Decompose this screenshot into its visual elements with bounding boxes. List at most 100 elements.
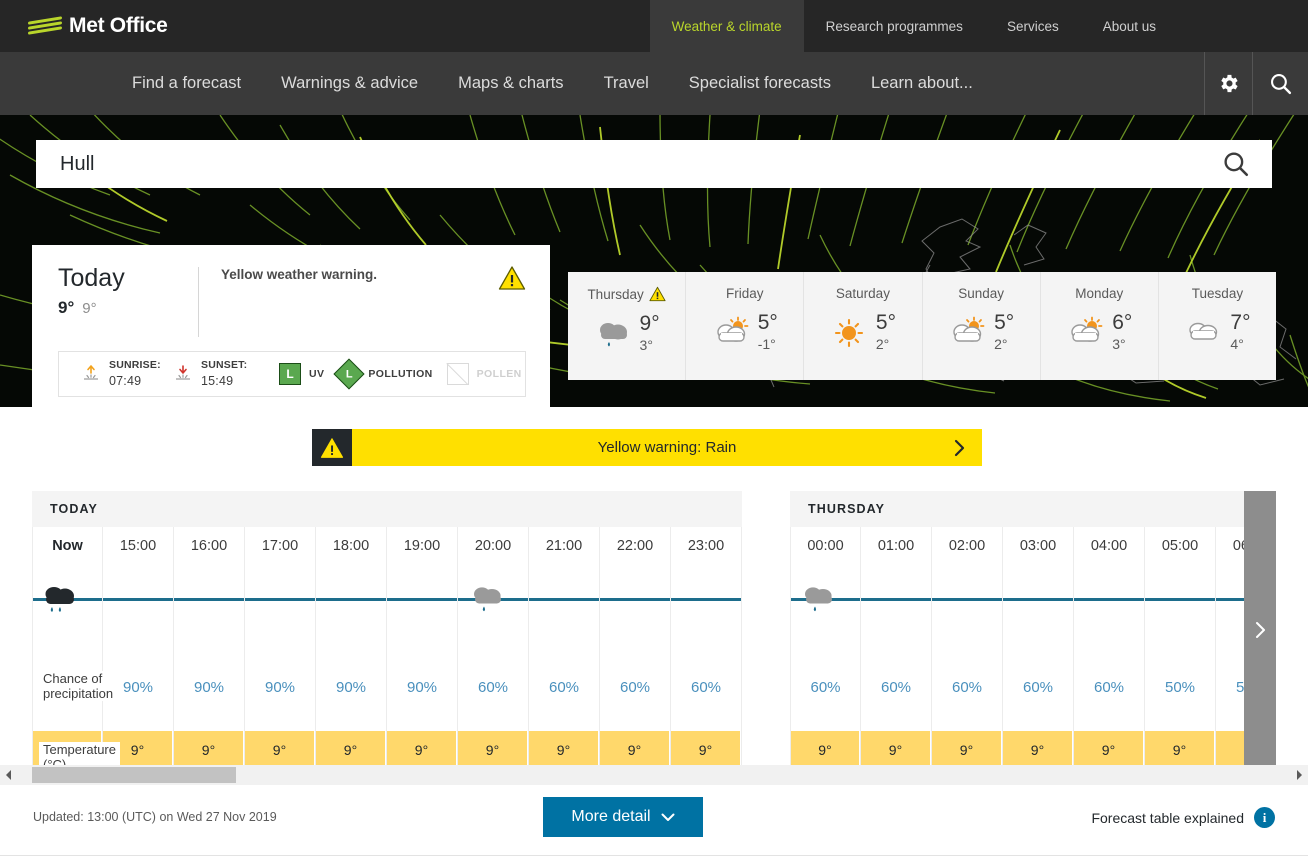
sun-icon [830, 315, 870, 349]
page-horizontal-scrollbar[interactable] [0, 765, 1308, 785]
hour-column[interactable]: 05:00 50% 9° [1145, 527, 1216, 769]
top-utility-bar: Met Office Weather & climate Research pr… [0, 0, 1308, 52]
hour-time: 19:00 [387, 527, 457, 565]
hour-temperature: 9° [1003, 731, 1073, 769]
search-icon [1221, 149, 1251, 179]
today-card-left: Today 9°9° [58, 265, 198, 341]
search-toggle-button[interactable] [1252, 52, 1308, 115]
hour-precipitation: 90% [316, 643, 386, 731]
global-nav-services[interactable]: Services [985, 0, 1081, 52]
global-nav-research-programmes[interactable]: Research programmes [804, 0, 985, 52]
hour-time: 18:00 [316, 527, 386, 565]
day-tile-saturday-low: 2° [876, 337, 896, 352]
hour-column[interactable]: 01:00 60% 9° [861, 527, 932, 769]
day-tile-sunday-label: Sunday [958, 286, 1004, 301]
warning-banner-body[interactable]: Yellow warning: Rain [352, 429, 982, 466]
scrollbar-track[interactable] [18, 765, 1290, 785]
today-summary-card: Today 9°9° Yellow weather warning. [32, 245, 550, 407]
main-nav-learn-about[interactable]: Learn about... [851, 52, 993, 115]
main-nav-maps-charts[interactable]: Maps & charts [438, 52, 583, 115]
uv-item[interactable]: L UV [279, 363, 324, 385]
temperature-trend-line [932, 598, 1002, 601]
hour-icon-cell [458, 565, 528, 643]
hour-temperature: 9° [932, 731, 1002, 769]
today-astronomy-strip: SUNRISE: 07:49 SUNSET: 15:49 L UV [58, 351, 526, 397]
temperature-trend-line [174, 598, 244, 601]
hour-column[interactable]: 04:00 60% 9° [1074, 527, 1145, 769]
more-detail-button[interactable]: More detail [543, 797, 703, 837]
chevron-right-icon [954, 439, 966, 457]
day-tile-saturday-label: Saturday [836, 286, 890, 301]
hour-column[interactable]: 17:00 90% 9° [245, 527, 316, 769]
scrollbar-thumb[interactable] [32, 767, 236, 783]
hour-column[interactable]: 23:00 60% 9° [671, 527, 742, 769]
hourly-forecast-table: TODAY Now [32, 491, 1276, 769]
cloud-icon [1184, 315, 1224, 349]
today-title: Today [58, 265, 198, 291]
global-nav-weather-climate[interactable]: Weather & climate [650, 0, 804, 52]
day-tile-sunday-high: 5° [994, 312, 1014, 334]
today-warning-text: Yellow weather warning. [221, 265, 377, 282]
day-tile-saturday[interactable]: Saturday 5° 2° [804, 272, 922, 380]
temperature-trend-line [316, 598, 386, 601]
sun-behind-cloud-icon [1066, 315, 1106, 349]
scroll-right-button[interactable] [1290, 769, 1308, 781]
day-tile-thursday-label: Thursday [587, 287, 643, 302]
gear-icon [1217, 72, 1240, 95]
global-nav-about-us[interactable]: About us [1081, 0, 1178, 52]
day-tile-friday[interactable]: Friday 5° -1° [686, 272, 804, 380]
hour-time: 00:00 [791, 527, 860, 565]
pollution-item[interactable]: L POLLUTION [338, 363, 432, 385]
day-tile-monday[interactable]: Monday 6° 3° [1041, 272, 1159, 380]
main-nav-travel[interactable]: Travel [584, 52, 669, 115]
day-tile-tuesday[interactable]: Tuesday 7° 4° [1159, 272, 1276, 380]
day-tile-sunday[interactable]: Sunday 5° 2° [923, 272, 1041, 380]
met-office-logo[interactable]: Met Office [0, 0, 168, 52]
location-search-bar[interactable] [36, 140, 1272, 188]
global-nav: Weather & climate Research programmes Se… [650, 0, 1178, 52]
main-nav-warnings-advice[interactable]: Warnings & advice [261, 52, 438, 115]
hour-column[interactable]: 22:00 60% 9° [600, 527, 671, 769]
hour-icon-cell [1145, 565, 1215, 643]
search-submit-button[interactable] [1218, 146, 1254, 182]
main-nav-find-a-forecast[interactable]: Find a forecast [112, 52, 261, 115]
scroll-left-button[interactable] [0, 769, 18, 781]
search-input[interactable] [60, 153, 1218, 176]
today-temp-high: 9° [58, 298, 74, 317]
today-card-divider [198, 267, 199, 337]
met-office-logo-text: Met Office [69, 14, 168, 38]
hour-icon-cell [387, 565, 457, 643]
hour-column[interactable]: Now 90% 9° [32, 527, 103, 769]
hour-column[interactable]: 00:00 60% 9° [790, 527, 861, 769]
hour-time: 01:00 [861, 527, 931, 565]
uv-label: UV [309, 368, 324, 380]
temperature-trend-line [1145, 598, 1215, 601]
hour-column[interactable]: 15:00 90% 9° [103, 527, 174, 769]
hour-icon-cell [1003, 565, 1073, 643]
hour-column[interactable]: 16:00 90% 9° [174, 527, 245, 769]
yellow-warning-banner[interactable]: Yellow warning: Rain [312, 429, 982, 466]
settings-button[interactable] [1204, 52, 1252, 115]
hour-icon-cell [671, 565, 741, 643]
sunset-label: SUNSET: [201, 358, 247, 372]
main-nav-specialist-forecasts[interactable]: Specialist forecasts [669, 52, 851, 115]
hour-column[interactable]: 19:00 90% 9° [387, 527, 458, 769]
hour-precipitation: 50% [1145, 643, 1215, 731]
hour-time: 02:00 [932, 527, 1002, 565]
hour-column[interactable]: 03:00 60% 9° [1003, 527, 1074, 769]
hour-icon-cell [174, 565, 244, 643]
day-tile-monday-high: 6° [1112, 312, 1132, 334]
hour-column[interactable]: 21:00 60% 9° [529, 527, 600, 769]
forecast-table-explained-link[interactable]: Forecast table explained i [1091, 807, 1275, 828]
today-warning-block[interactable]: Yellow weather warning. [221, 265, 526, 341]
hour-temperature: 9° [245, 731, 315, 769]
hourly-next-page-button[interactable] [1244, 491, 1276, 769]
hour-temperature: 9° [316, 731, 386, 769]
hour-column[interactable]: 20:00 60% 9° [458, 527, 529, 769]
day-tile-thursday[interactable]: Thursday 9° 3° [568, 272, 686, 380]
warning-banner-icon-box [312, 429, 352, 466]
hour-column[interactable]: 18:00 90% 9° [316, 527, 387, 769]
hour-temperature: 9° [861, 731, 931, 769]
hour-column[interactable]: 02:00 60% 9° [932, 527, 1003, 769]
hour-time: 15:00 [103, 527, 173, 565]
